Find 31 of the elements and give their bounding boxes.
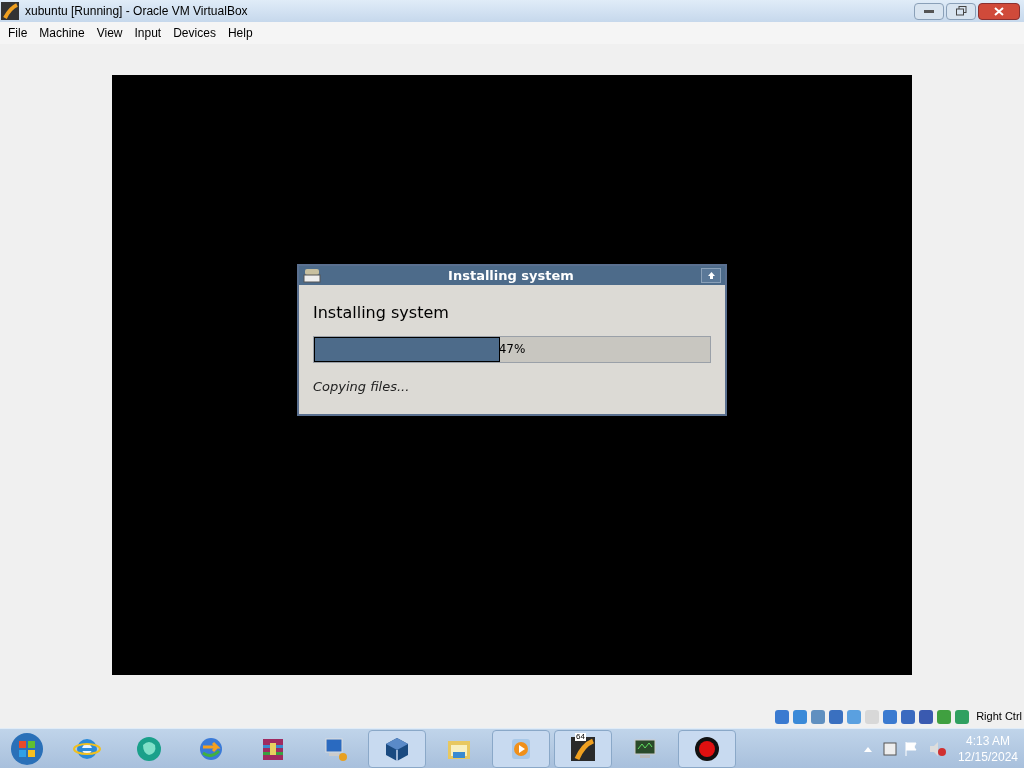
- start-icon: [10, 731, 44, 766]
- taskbar-button[interactable]: [368, 729, 426, 768]
- dialog-heading: Installing system: [313, 301, 450, 324]
- clock-time: 4:13 AM: [965, 732, 1010, 749]
- menu-item[interactable]: File: [2, 24, 34, 42]
- record-icon: [693, 734, 721, 763]
- taskbar-button[interactable]: 64: [554, 729, 612, 768]
- menu-item[interactable]: Input: [128, 24, 168, 42]
- menu-item[interactable]: Machine: [33, 24, 91, 42]
- restore-button[interactable]: [946, 2, 976, 20]
- close-icon: [994, 6, 1004, 16]
- host-key-label: Right Ctrl: [976, 709, 1022, 725]
- menu-item[interactable]: Help: [221, 24, 259, 42]
- close-button[interactable]: [978, 2, 1020, 20]
- drive-icon: [303, 267, 321, 284]
- clock-date: 12/15/2024: [957, 748, 1018, 765]
- app-icon: [1, 2, 19, 20]
- restore-icon: [955, 6, 967, 16]
- minimize-button[interactable]: [914, 2, 944, 20]
- menu-item[interactable]: View: [90, 24, 129, 42]
- menu-item[interactable]: Devices: [167, 24, 222, 42]
- maximize-button[interactable]: [701, 267, 721, 283]
- minimize-icon: [924, 9, 934, 13]
- icon-badge: 64: [575, 732, 586, 741]
- dialog-title: Installing system: [447, 266, 575, 285]
- status-text: Copying files...: [313, 377, 411, 396]
- arrow-up-icon: [706, 270, 716, 280]
- progress-reading: 47%: [497, 341, 527, 359]
- taskbar-button[interactable]: [678, 729, 736, 768]
- window-title: xubuntu [Running] - Oracle VM VirtualBox: [25, 3, 248, 20]
- app-icon: [569, 734, 597, 763]
